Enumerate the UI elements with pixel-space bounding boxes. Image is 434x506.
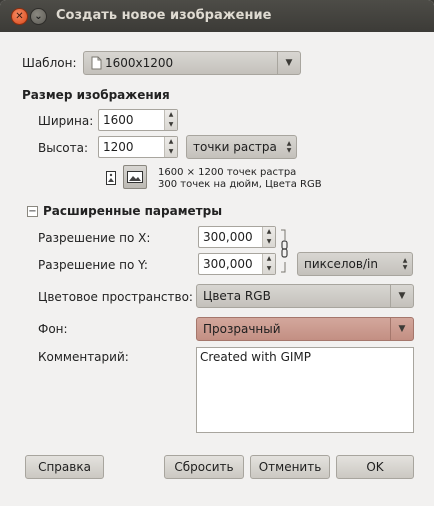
new-image-dialog: ✕ ⌄ Создать новое изображение Шаблон: 16…	[0, 0, 434, 506]
window-title: Создать новое изображение	[56, 8, 272, 23]
fill-combo[interactable]: Прозрачный ▼	[196, 317, 414, 341]
height-stepper[interactable]: ▲ ▼	[164, 137, 177, 157]
decrement-icon[interactable]: ▼	[263, 237, 275, 247]
advanced-heading[interactable]: Расширенные параметры	[43, 204, 222, 218]
chevron-updown-icon: ▲ ▼	[402, 257, 408, 271]
landscape-icon[interactable]	[123, 165, 147, 189]
reset-button[interactable]: Сбросить	[164, 455, 244, 479]
width-stepper[interactable]: ▲ ▼	[164, 110, 177, 130]
xres-value: 300,000	[203, 230, 253, 244]
width-label: Ширина:	[38, 114, 94, 128]
size-info-line2: 300 точек на дюйм, Цвета RGB	[158, 179, 322, 190]
colorspace-combo[interactable]: Цвета RGB ▼	[196, 284, 414, 308]
portrait-icon[interactable]	[103, 168, 119, 188]
yres-value: 300,000	[203, 257, 253, 271]
height-field[interactable]: 1200 ▲ ▼	[98, 136, 178, 158]
image-size-heading: Размер изображения	[22, 88, 170, 102]
colorspace-value: Цвета RGB	[203, 289, 271, 303]
yres-stepper[interactable]: ▲ ▼	[262, 254, 275, 274]
yres-label: Разрешение по Y:	[38, 258, 148, 272]
chain-link-icon[interactable]	[279, 226, 291, 276]
minimize-icon[interactable]: ⌄	[30, 8, 47, 25]
height-label: Высота:	[38, 141, 89, 155]
width-field[interactable]: 1600 ▲ ▼	[98, 109, 178, 131]
chevron-down-icon: ▼	[390, 285, 413, 307]
ok-button[interactable]: OK	[336, 455, 414, 479]
resolution-unit-combo[interactable]: пикселов/in ▲ ▼	[297, 252, 413, 276]
close-icon[interactable]: ✕	[11, 8, 28, 25]
document-icon	[89, 55, 103, 71]
decrement-icon[interactable]: ▼	[263, 264, 275, 274]
increment-icon[interactable]: ▲	[263, 227, 275, 237]
increment-icon[interactable]: ▲	[165, 137, 177, 147]
decrement-icon[interactable]: ▼	[165, 147, 177, 157]
cancel-button[interactable]: Отменить	[250, 455, 330, 479]
xres-field[interactable]: 300,000 ▲ ▼	[198, 226, 276, 248]
size-unit-combo[interactable]: точки растра ▲ ▼	[186, 135, 297, 159]
title-bar: ✕ ⌄ Создать новое изображение	[0, 0, 434, 32]
chevron-down-icon: ▼	[277, 52, 300, 74]
resolution-unit-value: пикселов/in	[304, 257, 378, 271]
xres-stepper[interactable]: ▲ ▼	[262, 227, 275, 247]
xres-label: Разрешение по X:	[38, 231, 151, 245]
colorspace-label: Цветовое пространство:	[38, 290, 193, 304]
template-value: 1600x1200	[105, 56, 174, 70]
height-value: 1200	[103, 140, 134, 154]
size-unit-value: точки растра	[193, 140, 277, 154]
size-info-line1: 1600 × 1200 точек растра	[158, 167, 297, 178]
chevron-updown-icon: ▲ ▼	[286, 140, 292, 154]
template-combo[interactable]: 1600x1200 ▼	[83, 51, 301, 75]
yres-field[interactable]: 300,000 ▲ ▼	[198, 253, 276, 275]
fill-value: Прозрачный	[203, 322, 281, 336]
comment-textarea[interactable]: Created with GIMP	[196, 347, 414, 433]
increment-icon[interactable]: ▲	[263, 254, 275, 264]
increment-icon[interactable]: ▲	[165, 110, 177, 120]
chevron-down-icon: ▼	[390, 318, 413, 340]
comment-label: Комментарий:	[38, 350, 129, 364]
fill-label: Фон:	[38, 322, 68, 336]
help-button[interactable]: Справка	[25, 455, 104, 479]
width-value: 1600	[103, 113, 134, 127]
decrement-icon[interactable]: ▼	[165, 120, 177, 130]
template-label: Шаблон:	[22, 56, 77, 70]
advanced-expander[interactable]: −	[27, 206, 38, 217]
